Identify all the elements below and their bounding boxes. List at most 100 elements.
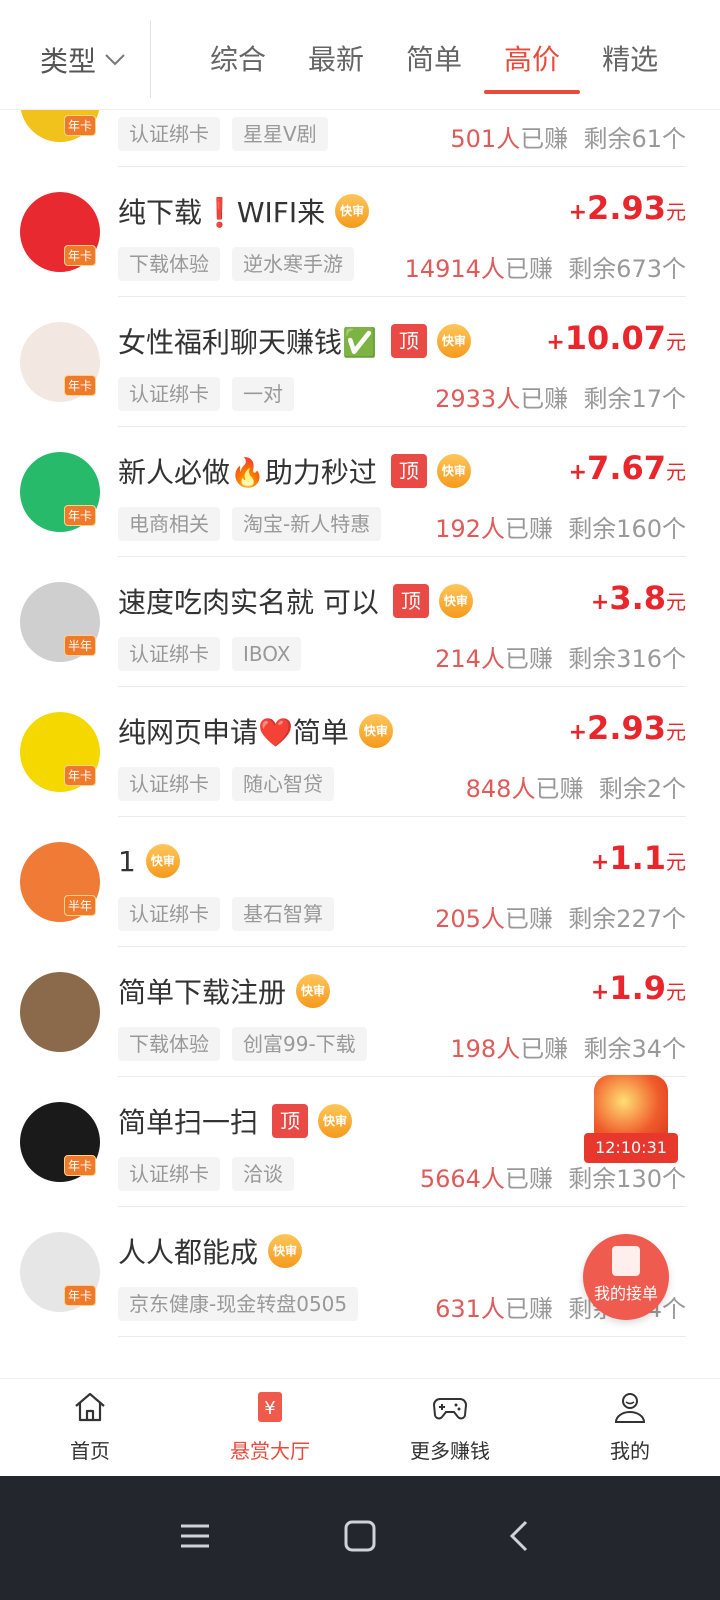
task-reward: +1.1元 [591, 839, 686, 877]
membership-badge: 年卡 [64, 115, 97, 136]
sort-tabs: 综合 最新 简单 高价 精选 [210, 38, 700, 94]
earned-count: 198 [450, 1035, 497, 1063]
task-tag: 星星V剧 [232, 117, 328, 151]
task-title: 女性福利聊天赚钱✅ [118, 326, 377, 359]
task-reward: +3.8元 [591, 579, 686, 617]
earned-count: 848 [465, 775, 512, 803]
task-stats: 14914人已赚 剩余673个 [405, 249, 686, 284]
task-title-line: 纯下载❗WIFI来 快审 [118, 189, 370, 233]
nav-home[interactable]: 首页 [0, 1379, 180, 1476]
reward-unit: 元 [666, 720, 686, 744]
task-stats: 848人已赚 剩余2个 [466, 769, 686, 804]
reward-amount: 2.93 [587, 709, 666, 747]
earned-people-unit: 人 [480, 1165, 505, 1193]
red-packet-icon [594, 1075, 668, 1141]
task-row[interactable]: 年卡 纯下载❗WIFI来 快审 下载体验 逆水寒手游 +2.93元 14914人已赚 剩余6… [0, 167, 720, 297]
svg-text:¥: ¥ [264, 1398, 275, 1419]
fast-review-tag: 快审 [358, 714, 393, 748]
remaining-count: 剩余227个 [568, 905, 686, 933]
task-stats: 192人已赚 剩余160个 [435, 509, 686, 544]
filter-bar: 类型 综合 最新 简单 高价 精选 [0, 0, 720, 110]
tab-newest[interactable]: 最新 [308, 38, 364, 94]
chevron-down-icon [105, 54, 125, 66]
remaining-count: 剩余17个 [583, 385, 686, 413]
task-tag: 一对 [232, 377, 294, 411]
task-stats: 2933人已赚 剩余17个 [435, 379, 686, 414]
reward-unit: 元 [666, 980, 686, 1004]
task-tag: 下载体验 [118, 247, 220, 281]
app-screen: 年卡 认证绑卡 星星V剧 501人已赚 剩余61个 年卡 纯下载❗WIFI来 快审 下载体验逆… [0, 0, 720, 1600]
countdown-timer: 12:10:31 [584, 1133, 678, 1163]
remaining-count: 剩余130个 [568, 1165, 686, 1193]
earned-count: 501 [450, 125, 497, 153]
task-row[interactable]: 年卡 新人必做🔥助力秒过顶快审 电商相关 淘宝-新人特惠 +7.67元 192人已赚 剩余… [0, 427, 720, 557]
task-title: 人人都能成 [118, 1236, 259, 1269]
task-tag: 认证绑卡 [118, 1157, 220, 1191]
red-packet-widget[interactable]: 12:10:31 [584, 1075, 678, 1165]
task-tags: 京东健康-现金转盘0505 [118, 1287, 370, 1321]
home-key-icon[interactable] [330, 1506, 390, 1566]
nav-more-earn[interactable]: 更多赚钱 [360, 1379, 540, 1476]
earned-suffix: 已赚 [504, 1165, 553, 1193]
pinned-tag: 顶 [390, 324, 427, 358]
tab-high-price[interactable]: 高价 [484, 38, 581, 94]
tab-featured[interactable]: 精选 [602, 38, 658, 94]
task-row[interactable]: 简单下载注册 快审 下载体验 创富99-下载 +1.9元 198人已赚 剩余34个 [0, 947, 720, 1077]
task-tag: 电商相关 [118, 507, 220, 541]
earned-count: 205 [435, 905, 481, 933]
reward-unit: 元 [666, 590, 686, 614]
remaining-count: 剩余316个 [568, 645, 686, 673]
earned-suffix: 已赚 [504, 1295, 553, 1323]
earned-count: 5664 [419, 1165, 481, 1193]
reward-plus: + [590, 980, 610, 1005]
task-title-line: 纯网页申请❤️简单 快审 [118, 709, 393, 753]
pinned-tag: 顶 [272, 1104, 309, 1138]
recent-apps-icon[interactable] [165, 1506, 225, 1566]
earned-people-unit: 人 [480, 515, 505, 543]
task-tags: 认证绑卡 一对 [118, 377, 306, 411]
earned-people-unit: 人 [480, 905, 505, 933]
nav-more-earn-label: 更多赚钱 [410, 1439, 490, 1463]
task-tags: 下载体验 创富99-下载 [118, 1027, 379, 1061]
tab-simple[interactable]: 简单 [406, 38, 462, 94]
back-key-icon[interactable] [490, 1506, 550, 1566]
task-row[interactable]: 半年 速度吃肉实名就 可以顶快审 认证绑卡 IBOX +3.8元 214人已赚 剩余316… [0, 557, 720, 687]
task-tag: 基石智算 [232, 897, 334, 931]
task-tags: 下载体验 逆水寒手游 [118, 247, 366, 281]
task-avatar [20, 972, 100, 1052]
task-title: 简单下载注册 [118, 976, 287, 1009]
membership-badge: 年卡 [64, 765, 97, 786]
fast-review-tag: 快审 [268, 1234, 303, 1268]
earned-suffix: 已赚 [504, 515, 553, 543]
tab-comprehensive[interactable]: 综合 [210, 38, 266, 94]
earned-people-unit: 人 [496, 385, 521, 413]
task-title: 速度吃肉实名就 可以 [118, 586, 379, 619]
type-filter-button[interactable]: 类型 [40, 40, 126, 80]
my-orders-button[interactable]: 我的接单 [583, 1234, 669, 1320]
task-stats: 214人已赚 剩余316个 [435, 639, 686, 674]
nav-mine[interactable]: 我的 [540, 1379, 720, 1476]
task-tag: 认证绑卡 [118, 897, 220, 931]
task-stats: 198人已赚 剩余34个 [450, 1029, 686, 1064]
clipboard-icon [612, 1246, 640, 1276]
home-icon [75, 1392, 105, 1422]
task-row[interactable]: 年卡 女性福利聊天赚钱✅ 顶快审 认证绑卡 一对 +10.07元 2933人已赚 剩余17个 [0, 297, 720, 427]
task-title-line: 简单扫一扫顶快审 [118, 1099, 353, 1143]
system-nav-bar [0, 1476, 720, 1600]
task-tag: 下载体验 [118, 1027, 220, 1061]
task-tags: 认证绑卡 IBOX [118, 637, 313, 671]
task-tag: 认证绑卡 [118, 117, 220, 151]
reward-plus: + [590, 850, 610, 875]
task-title: 简单扫一扫 [118, 1106, 259, 1139]
task-row[interactable]: 年卡 纯网页申请❤️简单 快审 认证绑卡 随心智贷 +2.93元 848人已赚 剩余2个 [0, 687, 720, 817]
membership-badge: 半年 [64, 895, 97, 916]
reward-plus: + [568, 200, 588, 225]
task-reward: +1.9元 [591, 969, 686, 1007]
task-row[interactable]: 半年 1 快审 认证绑卡 基石智算 +1.1元 205人已赚 剩余227个 [0, 817, 720, 947]
reward-amount: 10.07 [564, 319, 666, 357]
task-tag: IBOX [232, 637, 302, 671]
earned-suffix: 已赚 [504, 905, 553, 933]
earned-suffix: 已赚 [504, 255, 553, 283]
task-reward: +10.07元 [546, 319, 686, 357]
nav-reward-hall[interactable]: ¥ 悬赏大厅 [180, 1379, 360, 1476]
